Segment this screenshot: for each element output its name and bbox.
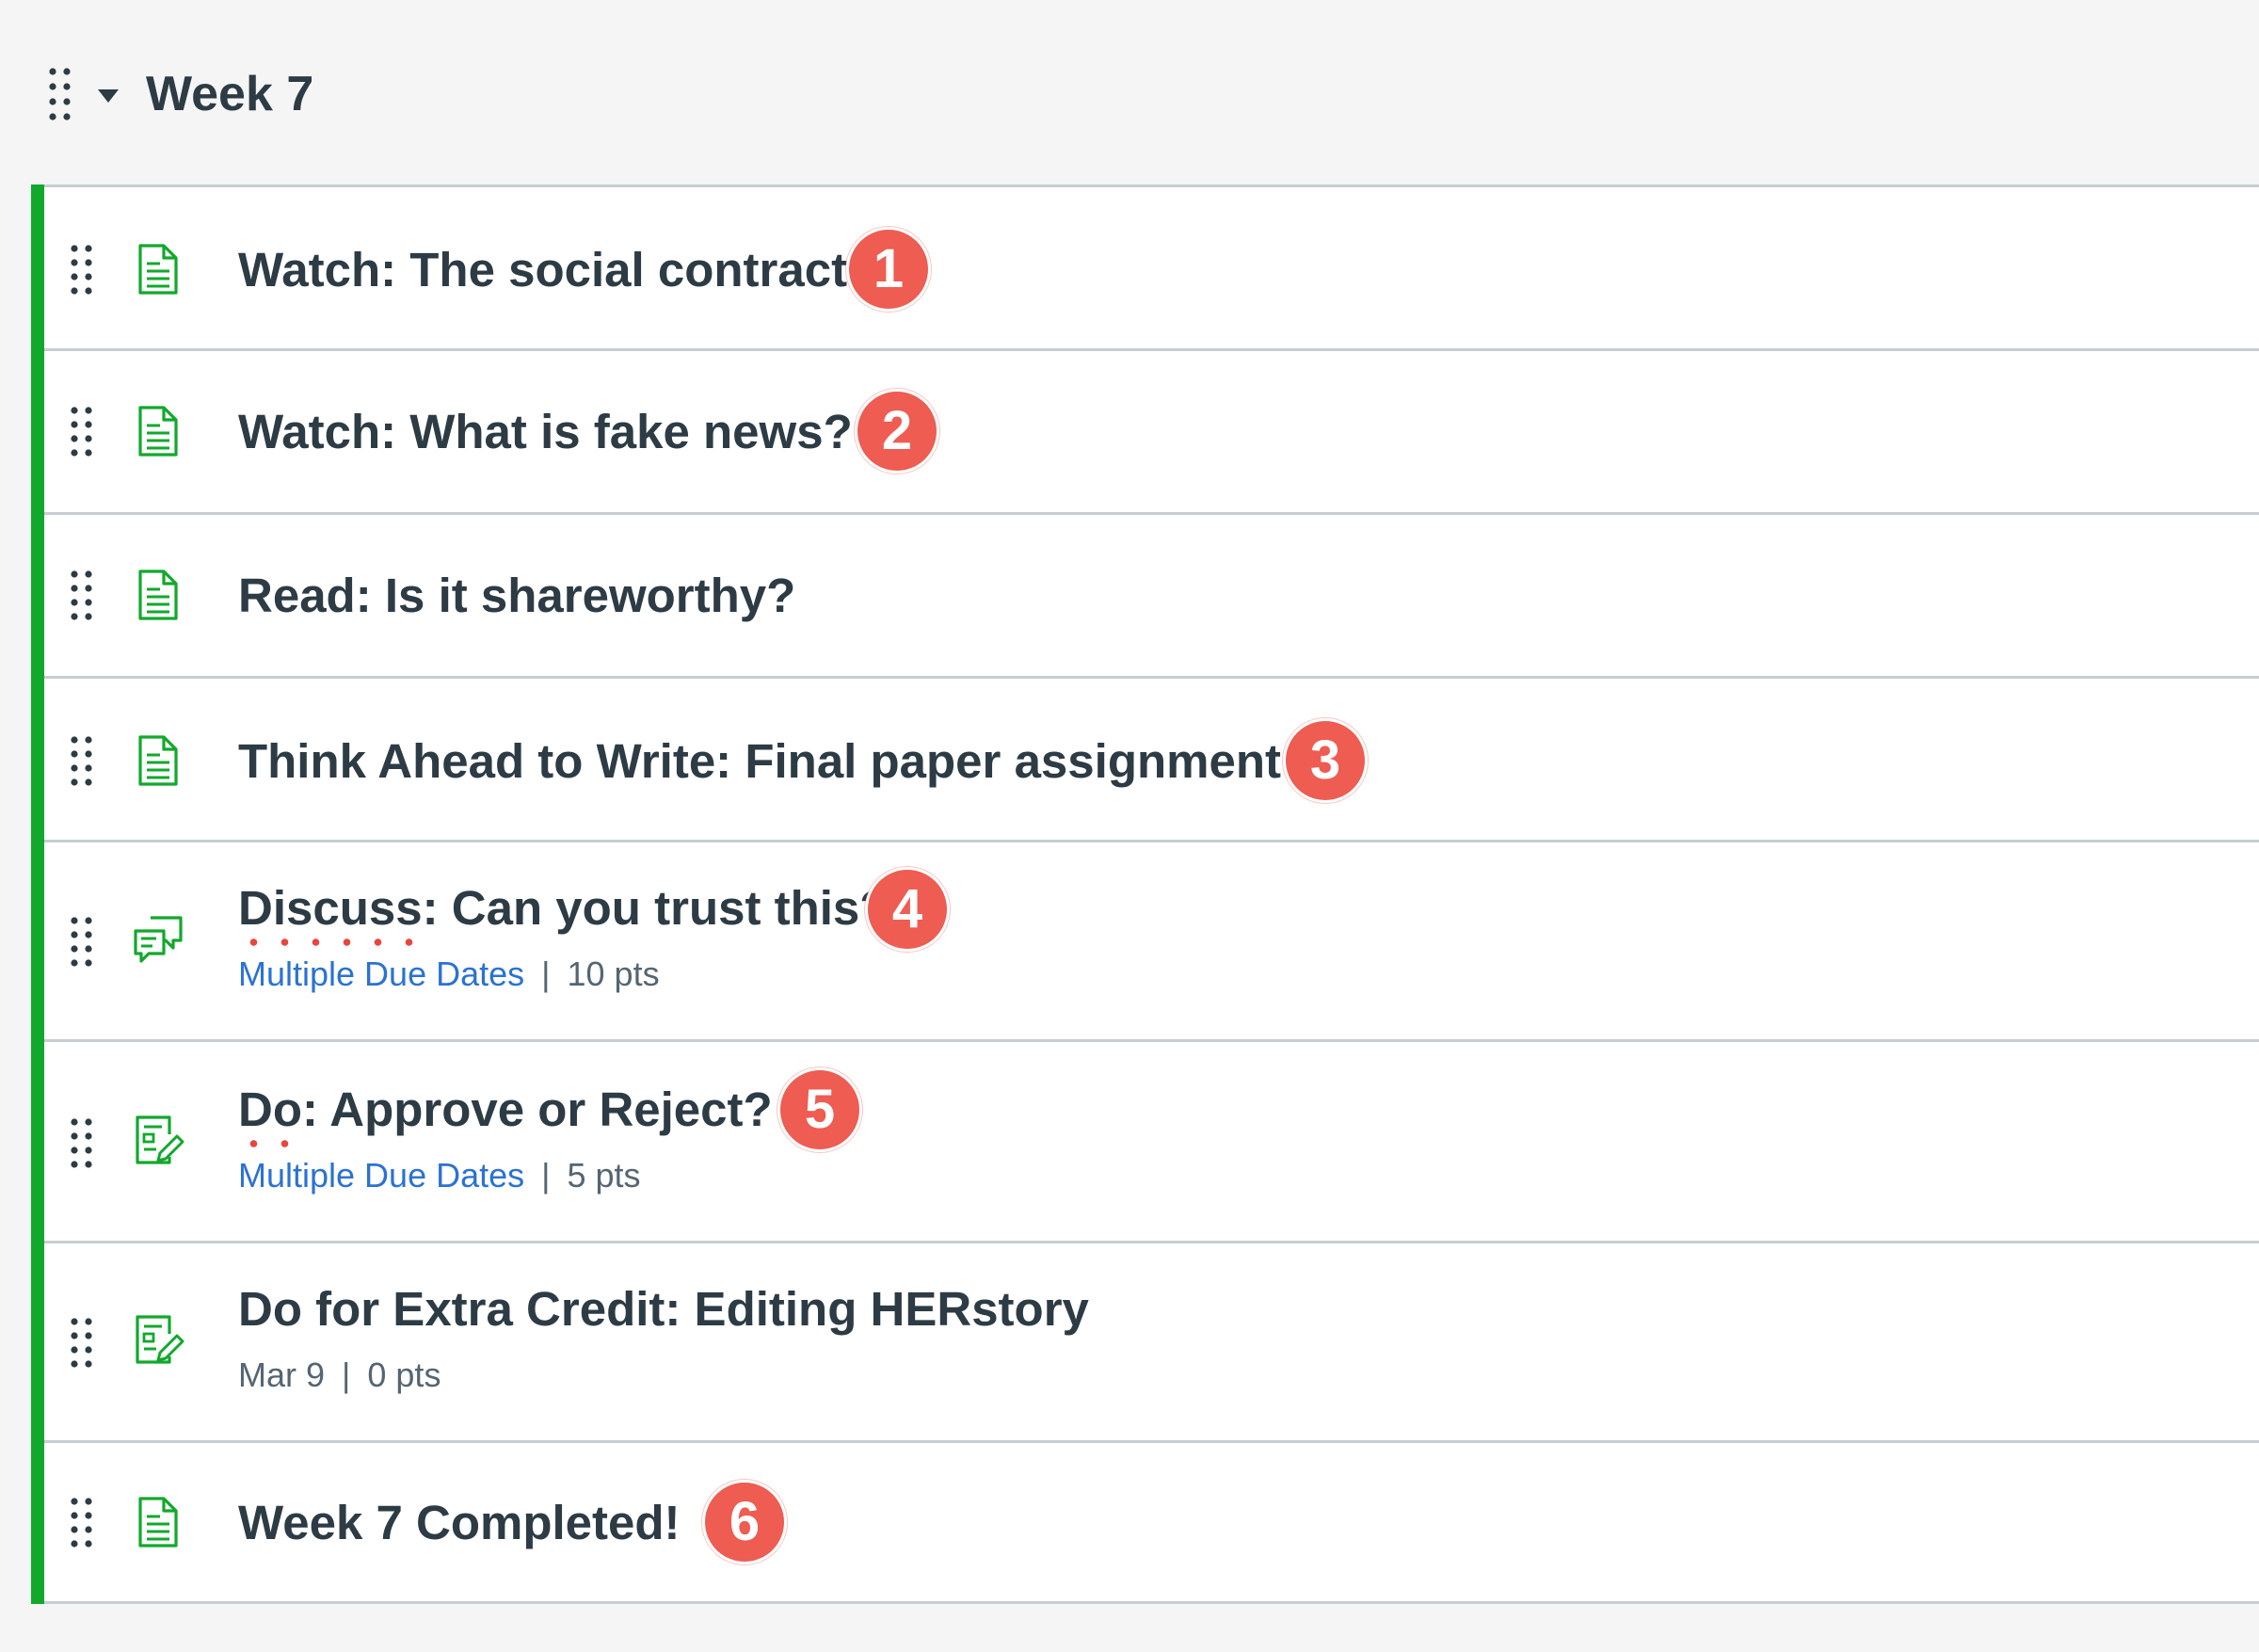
spellcheck-flagged-word: Do (238, 1080, 302, 1147)
module-item[interactable]: Week 7 Completed! 6 (44, 1443, 2259, 1607)
document-icon (138, 735, 178, 786)
step-badge: 5 (777, 1067, 862, 1152)
caret-down-icon[interactable] (96, 87, 120, 105)
item-title-link[interactable]: Do for Extra Credit: Editing HERstory (238, 1279, 1089, 1339)
step-badge: 6 (702, 1480, 787, 1564)
item-title-link[interactable]: Do: Approve or Reject? (238, 1080, 773, 1147)
module-item[interactable]: Do: Approve or Reject? Multiple Due Date… (44, 1042, 2259, 1243)
points-label: 0 pts (367, 1355, 441, 1394)
item-title-link[interactable]: Think Ahead to Write: Final paper assign… (238, 731, 1281, 792)
drag-handle-icon[interactable] (69, 569, 95, 622)
item-title-link[interactable]: Discuss: Can you trust this? (238, 878, 889, 946)
item-meta: Mar 9 | 0 pts (238, 1353, 441, 1398)
module-item[interactable]: Discuss: Can you trust this? Multiple Du… (44, 842, 2259, 1042)
published-accent-bar (31, 184, 44, 1604)
spellcheck-flagged-word: Discuss (238, 878, 423, 946)
drag-handle-icon[interactable] (47, 66, 73, 122)
due-dates-link[interactable]: Multiple Due Dates (238, 954, 524, 993)
drag-handle-icon[interactable] (69, 244, 95, 297)
meta-separator: | (541, 954, 551, 993)
document-icon (138, 569, 178, 620)
document-icon (138, 1497, 178, 1548)
module-header[interactable]: Week 7 (0, 0, 2259, 184)
module-week-7: Week 7 Watch: The social contract 1 Watc… (0, 0, 2259, 1652)
meta-separator: | (342, 1355, 351, 1394)
step-badge: 1 (846, 227, 931, 312)
module-items-list: Watch: The social contract 1 Watch: What… (31, 184, 2259, 1604)
step-badge: 2 (855, 389, 939, 473)
item-meta: Multiple Due Dates | 5 pts (238, 1153, 641, 1198)
item-title-link[interactable]: Week 7 Completed! (238, 1493, 681, 1553)
assignment-icon (136, 1115, 184, 1164)
drag-handle-icon[interactable] (69, 916, 95, 969)
document-icon (138, 406, 178, 457)
item-title-link[interactable]: Read: Is it shareworthy? (238, 566, 795, 626)
item-title-link[interactable]: Watch: What is fake news? (238, 402, 853, 462)
drag-handle-icon[interactable] (69, 406, 95, 458)
module-item[interactable]: Think Ahead to Write: Final paper assign… (44, 679, 2259, 842)
module-item[interactable]: Read: Is it shareworthy? (44, 515, 2259, 679)
points-label: 10 pts (567, 954, 660, 993)
document-icon (138, 244, 178, 295)
step-badge: 4 (865, 867, 950, 952)
module-item[interactable]: Do for Extra Credit: Editing HERstory Ma… (44, 1243, 2259, 1443)
item-title-link[interactable]: Watch: The social contract (238, 240, 847, 300)
drag-handle-icon[interactable] (69, 1317, 95, 1370)
due-date-label: Mar 9 (238, 1355, 326, 1394)
item-meta: Multiple Due Dates | 10 pts (238, 952, 660, 997)
points-label: 5 pts (567, 1156, 641, 1195)
discussion-icon (134, 916, 183, 963)
drag-handle-icon[interactable] (69, 735, 95, 788)
due-dates-link[interactable]: Multiple Due Dates (238, 1156, 524, 1195)
assignment-icon (136, 1315, 184, 1364)
meta-separator: | (541, 1156, 551, 1195)
module-item[interactable]: Watch: The social contract 1 (44, 187, 2259, 351)
drag-handle-icon[interactable] (69, 1117, 95, 1170)
drag-handle-icon[interactable] (69, 1497, 95, 1549)
step-badge: 3 (1283, 718, 1368, 803)
module-item[interactable]: Watch: What is fake news? 2 (44, 351, 2259, 515)
module-title: Week 7 (146, 67, 314, 121)
